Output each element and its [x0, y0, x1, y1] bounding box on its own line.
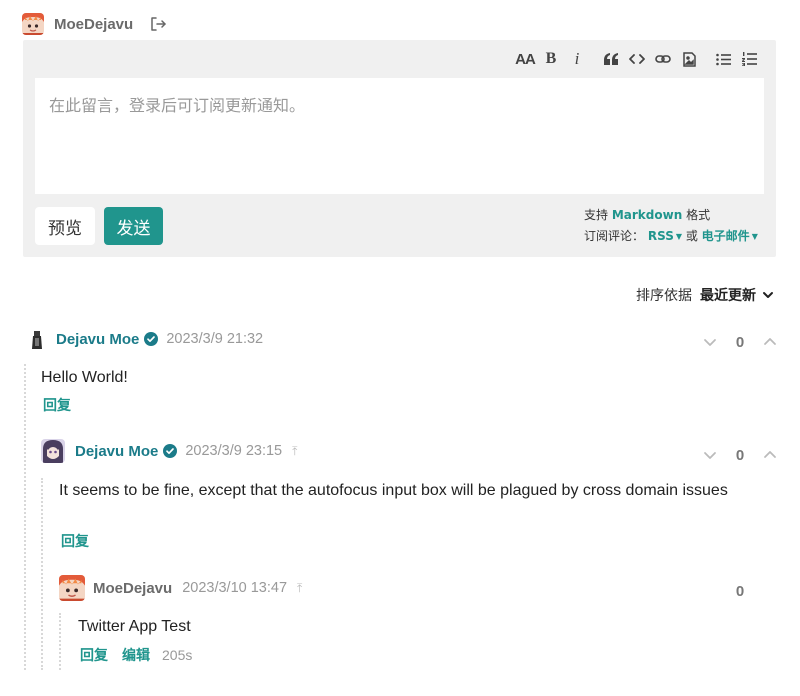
image-button[interactable]	[676, 48, 702, 70]
link-button[interactable]	[650, 48, 676, 70]
vote-control: 0	[717, 580, 763, 602]
chevron-down-icon[interactable]	[762, 291, 774, 299]
upvote-chevron-icon[interactable]	[763, 335, 777, 349]
edit-time-remaining: 205s	[162, 647, 193, 663]
vote-count: 0	[735, 333, 745, 351]
vote-count: 0	[735, 582, 745, 600]
caret-down-icon: ▼	[751, 232, 758, 241]
link-icon	[655, 55, 671, 63]
editor-footer: 预览 发送 支持 Markdown 格式 订阅评论： RSS ▼ 或 电子邮件 ▼	[35, 207, 764, 245]
subscribe-row: 订阅评论： RSS ▼ 或 电子邮件 ▼	[584, 226, 764, 247]
unordered-list-button[interactable]	[710, 48, 736, 70]
preview-button[interactable]: 预览	[35, 207, 95, 245]
login-bar: MoeDejavu	[22, 12, 167, 36]
go-to-parent-icon[interactable]: ⤒	[292, 444, 297, 459]
support-suffix: 格式	[686, 208, 711, 222]
thread-line	[59, 613, 61, 670]
email-label: 电子邮件	[701, 229, 750, 243]
login-username[interactable]: MoeDejavu	[54, 16, 133, 33]
thread-line	[41, 478, 43, 670]
sort-label: 排序依据	[636, 288, 692, 304]
anime-avatar-icon[interactable]	[22, 13, 44, 35]
support-prefix: 支持	[584, 208, 609, 222]
italic-button[interactable]: i	[564, 48, 590, 70]
comment-body: Hello World!	[41, 369, 128, 386]
code-icon	[629, 54, 645, 64]
caret-down-icon: ▼	[675, 232, 682, 241]
markdown-link[interactable]: Markdown	[612, 208, 682, 222]
edit-link[interactable]: 编辑	[122, 645, 150, 665]
logout-icon[interactable]	[149, 15, 167, 33]
reply-link[interactable]: 回复	[43, 395, 71, 415]
comment-body: It seems to be fine, except that the aut…	[59, 482, 728, 499]
subscribe-or: 或	[685, 229, 698, 243]
comment-actions: 回复	[61, 531, 103, 551]
vote-control: 0	[703, 444, 777, 466]
comment-author[interactable]: Dejavu Moe	[75, 443, 158, 460]
reply-link[interactable]: 回复	[80, 645, 108, 665]
ordered-list-icon	[741, 52, 757, 66]
comment-header: MoeDejavu 2023/3/10 13:47 ⤒	[59, 575, 302, 601]
editor-toolbar: AA B i	[512, 48, 762, 70]
rss-dropdown[interactable]: RSS ▼	[648, 229, 682, 243]
email-dropdown[interactable]: 电子邮件 ▼	[702, 229, 758, 243]
ordered-list-button[interactable]	[736, 48, 762, 70]
reply-link[interactable]: 回复	[61, 531, 89, 551]
user-avatar[interactable]	[41, 439, 65, 463]
unordered-list-icon	[715, 53, 731, 65]
go-to-parent-icon[interactable]: ⤒	[297, 581, 302, 596]
send-button[interactable]: 发送	[104, 207, 163, 245]
comment-timestamp[interactable]: 2023/3/10 13:47	[182, 580, 287, 596]
markdown-support-note: 支持 Markdown 格式	[584, 205, 764, 226]
quote-button[interactable]	[598, 48, 624, 70]
rss-label: RSS	[647, 229, 674, 243]
thread-line	[24, 364, 26, 670]
comment-timestamp[interactable]: 2023/3/9 23:15	[185, 443, 282, 459]
subscribe-label: 订阅评论：	[584, 229, 645, 243]
upvote-chevron-icon[interactable]	[763, 448, 777, 462]
comment-actions: 回复	[43, 395, 85, 415]
sort-control: 排序依据 最近更新	[636, 285, 774, 305]
verified-badge-icon	[144, 332, 159, 346]
quote-icon	[603, 52, 618, 65]
comment-actions: 回复 编辑 205s	[80, 645, 192, 665]
vote-control: 0	[703, 331, 777, 353]
comment-timestamp[interactable]: 2023/3/9 21:32	[166, 331, 263, 347]
editor-info: 支持 Markdown 格式 订阅评论： RSS ▼ 或 电子邮件 ▼	[584, 205, 764, 247]
comment-author[interactable]: MoeDejavu	[93, 580, 172, 597]
downvote-chevron-icon[interactable]	[703, 448, 717, 462]
downvote-chevron-icon[interactable]	[703, 335, 717, 349]
user-avatar[interactable]	[59, 575, 85, 601]
code-button[interactable]	[624, 48, 650, 70]
user-avatar[interactable]	[30, 328, 44, 350]
image-icon	[682, 51, 696, 67]
comment-header: Dejavu Moe 2023/3/9 21:32	[30, 328, 263, 350]
comment-input[interactable]	[35, 78, 764, 194]
comment-editor: AA B i 在此留言，登录后可订阅更新通知。 预览 发送 支持 Markdow…	[23, 40, 776, 257]
comment-author[interactable]: Dejavu Moe	[56, 331, 139, 348]
verified-badge-icon	[163, 444, 178, 458]
heading-button[interactable]: AA	[512, 48, 538, 70]
sort-select[interactable]: 最近更新	[700, 285, 756, 305]
vote-count: 0	[735, 446, 745, 464]
comment-header: Dejavu Moe 2023/3/9 23:15 ⤒	[41, 439, 297, 463]
bold-button[interactable]: B	[538, 48, 564, 70]
comment-body: Twitter App Test	[78, 618, 191, 635]
